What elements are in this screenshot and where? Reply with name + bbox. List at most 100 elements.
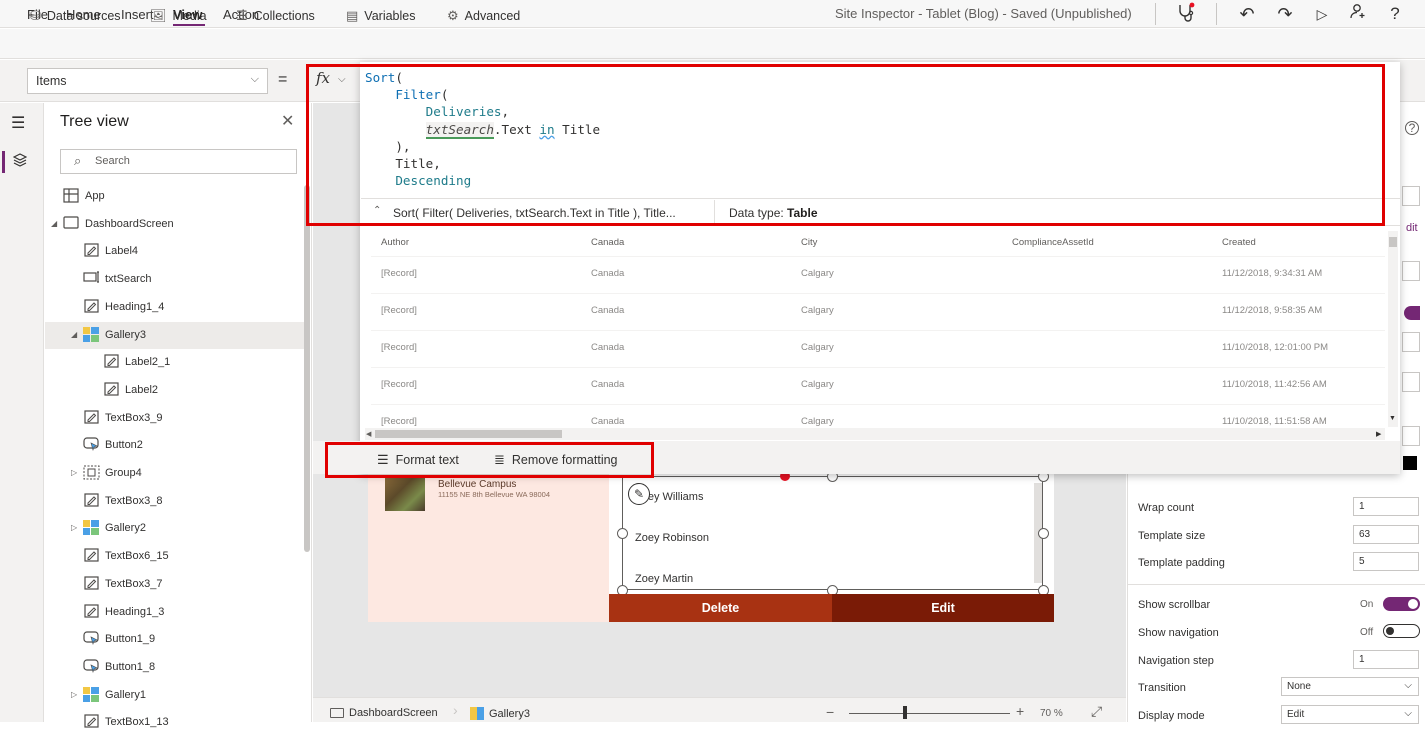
media-button[interactable]: 🖼 Media	[150, 8, 207, 24]
column-header[interactable]: Author	[381, 237, 409, 248]
show-scrollbar-toggle[interactable]	[1383, 597, 1420, 611]
tree-search-input[interactable]: ⌕ Search	[60, 149, 297, 174]
expand-caret-icon[interactable]: ▷	[71, 690, 77, 699]
edit-template-icon[interactable]: ✎	[628, 483, 650, 505]
fx-chevron-icon[interactable]: ⌵	[338, 74, 346, 85]
template-padding-input[interactable]: 5	[1353, 552, 1419, 571]
table-horizontal-thumb[interactable]	[375, 430, 562, 438]
variables-button[interactable]: ▤ Variables	[346, 8, 415, 24]
zoom-out-button[interactable]: −	[826, 704, 834, 720]
tree-item-label: Heading1_3	[105, 605, 165, 618]
tree-scrollbar[interactable]	[304, 185, 310, 552]
tree-item-button2[interactable]: Button2	[45, 432, 307, 459]
redo-icon[interactable]: ↷	[1272, 2, 1298, 26]
wrap-count-input[interactable]: 1	[1353, 497, 1419, 516]
table-vertical-scrollbar[interactable]	[1388, 231, 1398, 427]
property-dropdown[interactable]: Items ⌵	[27, 68, 268, 94]
transition-dropdown[interactable]: None ⌵	[1281, 677, 1419, 696]
zoom-in-button[interactable]: +	[1016, 703, 1024, 719]
code-descending: Descending	[395, 173, 472, 189]
tree-item-textbox3-7[interactable]: TextBox3_7	[45, 571, 307, 598]
zoom-slider-thumb[interactable]	[903, 706, 908, 719]
edit-fields-link[interactable]: dit	[1406, 222, 1418, 234]
undo-icon[interactable]: ↶	[1234, 2, 1260, 26]
play-icon[interactable]: ▷	[1309, 2, 1335, 26]
tree-item-dashboardscreen[interactable]: ◢ DashboardScreen	[45, 211, 307, 238]
share-user-icon[interactable]	[1345, 2, 1371, 26]
display-mode-dropdown[interactable]: Edit ⌵	[1281, 705, 1419, 724]
toggle-switch-partial[interactable]	[1404, 306, 1420, 320]
tree-item-gallery2[interactable]: ▷ Gallery2	[45, 515, 307, 542]
column-header[interactable]: Canada	[591, 237, 624, 248]
expand-caret-icon[interactable]: ▷	[71, 468, 77, 477]
table-cell: 11/10/2018, 11:51:58 AM	[1222, 416, 1327, 427]
table-cell: 11/10/2018, 11:42:56 AM	[1222, 379, 1327, 390]
tree-item-gallery3[interactable]: ◢ Gallery3	[45, 321, 307, 349]
hamburger-menu-icon[interactable]: ☰	[11, 113, 25, 133]
property-input-partial[interactable]	[1402, 332, 1420, 352]
tree-item-label4[interactable]: Label4	[45, 238, 307, 265]
tree-item-label: TextBox3_7	[105, 577, 163, 590]
tree-item-txtsearch[interactable]: txtSearch	[45, 266, 307, 293]
collapse-caret-icon[interactable]: ◢	[71, 330, 77, 339]
tree-item-textbox6-15[interactable]: TextBox6_15	[45, 543, 307, 570]
layout-dropdown[interactable]	[1402, 186, 1420, 206]
scroll-left-arrow-icon[interactable]: ◀	[366, 430, 371, 438]
breadcrumb-control[interactable]: Gallery3	[470, 707, 530, 720]
tree-item-textbox3-8[interactable]: TextBox3_8	[45, 488, 307, 515]
tree-item-label2-1[interactable]: Label2_1	[45, 349, 307, 376]
resize-handle[interactable]	[617, 528, 628, 539]
help-icon[interactable]: ?	[1382, 2, 1408, 26]
advanced-button[interactable]: ⚙ Advanced	[447, 8, 520, 24]
scroll-right-arrow-icon[interactable]: ▶	[1376, 430, 1381, 438]
collapse-chevron-icon[interactable]: ⌃	[373, 205, 381, 216]
column-header[interactable]: ComplianceAssetId	[1012, 237, 1094, 248]
tree-item-label: txtSearch	[105, 273, 152, 286]
tree-item-button1-9[interactable]: Button1_9	[45, 626, 307, 653]
tree-item-textbox1-13[interactable]: TextBox1_13	[45, 709, 307, 736]
table-cell: [Record]	[381, 342, 417, 353]
tree-item-app[interactable]: App	[45, 183, 307, 210]
table-vertical-thumb[interactable]	[1389, 237, 1397, 247]
tree-item-label2[interactable]: Label2	[45, 377, 307, 404]
show-navigation-toggle[interactable]	[1383, 624, 1420, 638]
scroll-down-arrow-icon[interactable]: ▼	[1389, 415, 1396, 422]
fit-to-window-icon[interactable]: ⤢	[1091, 703, 1102, 720]
collections-button[interactable]: ☰ Collections	[236, 8, 315, 24]
gallery-item-name[interactable]: Zoey Martin	[635, 573, 693, 585]
zoom-slider[interactable]	[849, 713, 1010, 714]
navigation-step-input[interactable]: 1	[1353, 650, 1419, 669]
document-title: Site Inspector - Tablet (Blog) - Saved (…	[835, 6, 1132, 21]
expand-caret-icon[interactable]: ▷	[71, 523, 77, 532]
items-dropdown[interactable]	[1402, 261, 1420, 281]
formula-code-editor[interactable]: Sort( Filter( Deliveries, txtSearch.Text…	[365, 69, 600, 189]
help-info-icon[interactable]: ?	[1405, 121, 1419, 135]
app-checker-icon[interactable]	[1173, 2, 1199, 26]
color-swatch[interactable]	[1403, 456, 1417, 470]
template-size-input[interactable]: 63	[1353, 525, 1419, 544]
breadcrumb-screen[interactable]: DashboardScreen	[330, 707, 438, 719]
tree-item-button1-8[interactable]: Button1_8	[45, 654, 307, 681]
remove-formatting-button[interactable]: ≣ Remove formatting	[494, 452, 618, 468]
table-cell: [Record]	[381, 305, 417, 316]
gallery-item-name[interactable]: Zoey Robinson	[635, 532, 709, 544]
tree-item-group4[interactable]: ▷ Group4	[45, 460, 307, 487]
data-sources-button[interactable]: ⛁ Data sources	[30, 8, 121, 24]
menu-insert[interactable]: Insert	[121, 7, 154, 22]
delete-button[interactable]: Delete	[609, 594, 832, 622]
tree-item-gallery1[interactable]: ▷ Gallery1	[45, 682, 307, 709]
collapse-caret-icon[interactable]: ◢	[51, 219, 57, 228]
column-header[interactable]: Created	[1222, 237, 1256, 248]
tree-item-heading1-3[interactable]: Heading1_3	[45, 599, 307, 626]
edit-button[interactable]: Edit	[832, 594, 1054, 622]
resize-handle[interactable]	[1038, 528, 1049, 539]
property-input-partial[interactable]	[1402, 426, 1420, 446]
format-text-button[interactable]: ☰ Format text	[377, 452, 459, 468]
property-input-partial[interactable]	[1402, 372, 1420, 392]
tree-item-textbox3-9[interactable]: TextBox3_9	[45, 405, 307, 432]
fx-icon[interactable]: fx	[316, 69, 330, 87]
close-icon[interactable]: ✕	[281, 111, 294, 131]
gallery-icon	[83, 520, 99, 536]
tree-item-heading1-4[interactable]: Heading1_4	[45, 294, 307, 321]
column-header[interactable]: City	[801, 237, 817, 248]
